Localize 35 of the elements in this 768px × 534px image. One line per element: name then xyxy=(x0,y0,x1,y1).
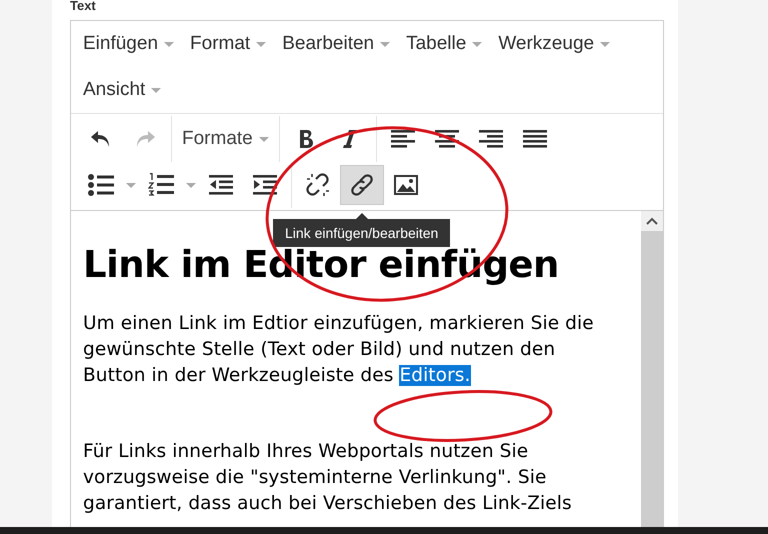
broken-link-icon xyxy=(306,173,330,197)
italic-icon xyxy=(342,128,358,150)
caret-icon xyxy=(380,42,390,46)
document-paragraph: Für Links innerhalb Ihres Webportals nutzen Sie vorzugsweise die "systeminterne Verlinkung". Sie garantiert, dass auch bei Verschieben des Link-Ziels xyxy=(83,440,573,516)
caret-icon xyxy=(151,88,162,92)
caret-icon xyxy=(600,42,610,46)
document-paragraph: Um einen Link im Edtior einzufügen, markieren Sie die gewünschte Stelle (Text oder Bild) und nutzen den Button in der Werkzeugleiste des Editors. xyxy=(83,312,595,388)
align-justify-icon xyxy=(522,129,547,149)
align-left-icon xyxy=(390,129,415,149)
redo-icon xyxy=(134,129,156,149)
menu-item[interactable]: Ansicht xyxy=(75,67,170,113)
align-center-icon xyxy=(434,129,459,149)
caret-icon xyxy=(164,42,174,46)
bullet-list-icon xyxy=(88,174,114,196)
indent-icon xyxy=(253,175,277,195)
scroll-up-icon xyxy=(646,217,658,225)
outdent-icon xyxy=(209,175,233,195)
caret-icon xyxy=(472,42,482,46)
menu-item[interactable]: Werkzeuge xyxy=(490,21,618,67)
undo-icon xyxy=(90,129,112,149)
bold-icon xyxy=(298,128,314,150)
image-icon xyxy=(394,175,418,195)
field-label: Text xyxy=(70,0,97,15)
menu-item[interactable]: Einfügen xyxy=(75,21,182,67)
numbered-list-icon xyxy=(148,173,174,197)
link-button[interactable] xyxy=(340,165,384,205)
align-right-icon xyxy=(478,129,503,149)
menu-item[interactable]: Format xyxy=(182,21,274,67)
menu-item[interactable]: Tabelle xyxy=(398,21,490,67)
menu-item[interactable]: Bearbeiten xyxy=(274,21,398,67)
link-icon xyxy=(350,173,374,197)
caret-icon xyxy=(256,42,266,46)
formats-dropdown[interactable]: Formate xyxy=(176,119,275,159)
caret-icon xyxy=(258,136,269,142)
tooltip: Link einfügen/bearbeiten xyxy=(273,219,450,247)
